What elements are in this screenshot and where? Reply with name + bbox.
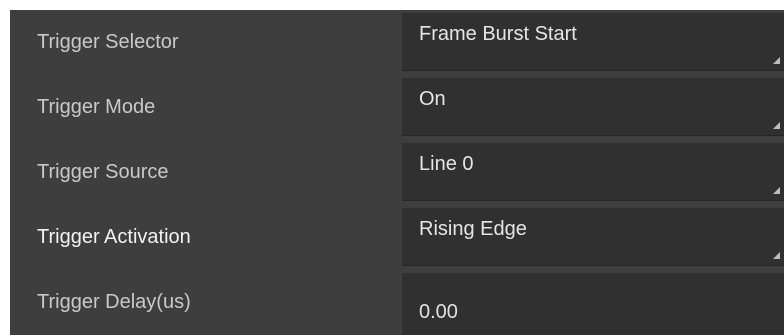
trigger-properties-panel: Trigger Selector Frame Burst Start Trigg… [10, 10, 784, 335]
chevron-down-icon [773, 57, 780, 64]
trigger-delay-label: Trigger Delay(us) [37, 291, 191, 313]
chevron-down-icon [773, 187, 780, 194]
chevron-down-icon [773, 122, 780, 129]
property-row-trigger-source: Trigger Source Line 0 [10, 140, 784, 205]
trigger-selector-dropdown[interactable]: Frame Burst Start [402, 13, 784, 71]
property-row-trigger-mode: Trigger Mode On [10, 75, 784, 140]
trigger-source-value: Line 0 [419, 153, 474, 175]
chevron-down-icon [773, 252, 780, 259]
trigger-delay-value: 0.00 [419, 301, 458, 323]
property-row-trigger-selector: Trigger Selector Frame Burst Start [10, 10, 784, 75]
trigger-activation-dropdown[interactable]: Rising Edge [402, 208, 784, 266]
trigger-delay-input[interactable]: 0.00 [402, 273, 784, 335]
property-row-trigger-activation: Trigger Activation Rising Edge [10, 205, 784, 270]
trigger-selector-value: Frame Burst Start [419, 23, 577, 45]
trigger-activation-label: Trigger Activation [37, 226, 191, 248]
trigger-selector-label: Trigger Selector [37, 31, 179, 53]
trigger-mode-dropdown[interactable]: On [402, 78, 784, 136]
trigger-source-dropdown[interactable]: Line 0 [402, 143, 784, 201]
trigger-mode-value: On [419, 88, 446, 110]
trigger-activation-value: Rising Edge [419, 218, 527, 240]
trigger-source-label: Trigger Source [37, 161, 169, 183]
property-row-trigger-delay: Trigger Delay(us) 0.00 [10, 270, 784, 335]
trigger-mode-label: Trigger Mode [37, 96, 156, 118]
